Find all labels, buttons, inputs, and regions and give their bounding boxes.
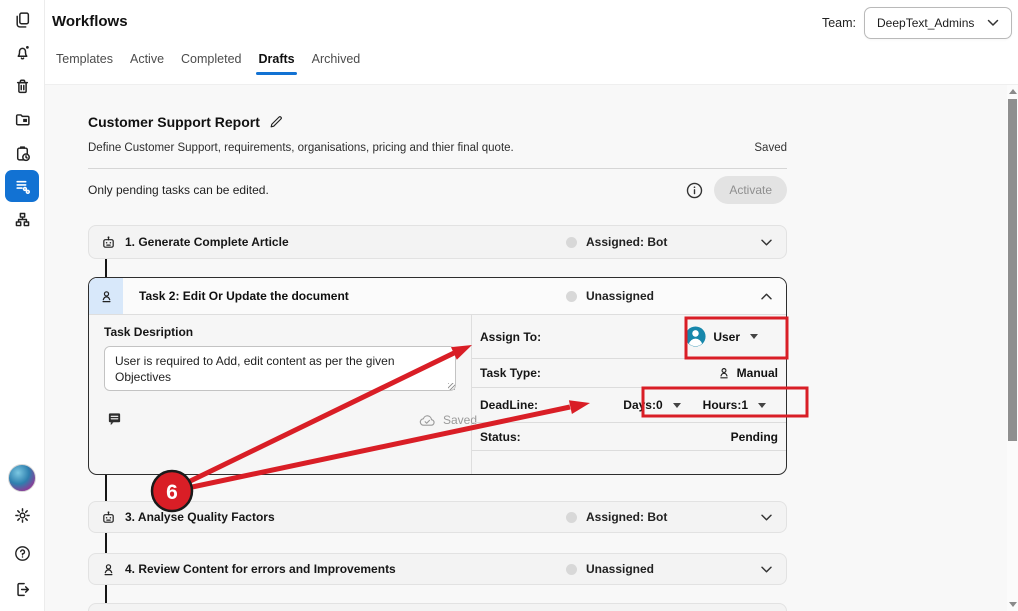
settings-gear-icon[interactable]: [5, 499, 39, 531]
comment-icon[interactable]: [107, 411, 122, 426]
activate-button[interactable]: Activate: [714, 176, 787, 204]
user-task-icon: [101, 562, 116, 577]
task-title: 1. Generate Complete Article: [125, 235, 289, 249]
status-dot-icon: [566, 564, 577, 575]
workflows-app: Workflows Team: DeepText_Admins Template…: [0, 0, 1018, 611]
org-tree-icon[interactable]: [5, 203, 39, 235]
help-icon[interactable]: [5, 537, 39, 569]
user-avatar[interactable]: [8, 464, 36, 492]
task-title: 4. Review Content for errors and Improve…: [125, 562, 396, 576]
tab-archived[interactable]: Archived: [312, 52, 361, 75]
autosave-status: Saved: [419, 413, 477, 427]
notifications-icon[interactable]: [5, 36, 39, 68]
edit-title-icon[interactable]: [269, 115, 283, 129]
task-row-partial[interactable]: [88, 603, 787, 611]
task-connector: [105, 259, 107, 277]
status-row: Status: Pending: [472, 423, 786, 451]
assignee-value: User: [713, 330, 740, 344]
resize-handle[interactable]: [448, 383, 455, 390]
status-dot-icon: [566, 237, 577, 248]
tab-completed[interactable]: Completed: [181, 52, 241, 75]
task-row-4[interactable]: 4. Review Content for errors and Improve…: [88, 553, 787, 585]
sidebar: [0, 0, 45, 611]
info-icon[interactable]: [686, 182, 703, 199]
status-value: Pending: [731, 430, 778, 444]
task-status: Assigned: Bot: [566, 510, 667, 524]
status-dot-icon: [566, 512, 577, 523]
deadline-hours-dropdown[interactable]: Hours:1: [703, 398, 766, 412]
manual-person-icon: [717, 366, 731, 380]
bot-icon: [101, 510, 116, 525]
chevron-down-icon[interactable]: [760, 565, 773, 574]
caret-down-icon: [750, 334, 758, 339]
user-task-icon: [89, 278, 123, 314]
task-description-input[interactable]: User is required to Add, edit content as…: [104, 346, 456, 391]
team-select[interactable]: DeepText_Admins: [864, 7, 1012, 39]
description-label: Task Desription: [104, 325, 193, 339]
cloud-saved-icon: [419, 414, 436, 427]
caret-down-icon: [758, 403, 766, 408]
logout-icon[interactable]: [5, 573, 39, 605]
team-selector-group: Team: DeepText_Admins: [822, 7, 1012, 39]
task-title: Task 2: Edit Or Update the document: [139, 289, 349, 303]
task-connector: [105, 475, 107, 501]
task-description-panel: Task Desription User is required to Add,…: [89, 315, 471, 474]
scroll-down-arrow[interactable]: [1009, 602, 1017, 607]
scrollbar-thumb[interactable]: [1008, 99, 1017, 441]
chevron-down-icon[interactable]: [760, 513, 773, 522]
task-connector: [105, 585, 107, 603]
caret-down-icon: [673, 403, 681, 408]
bot-icon: [101, 235, 116, 250]
tab-active[interactable]: Active: [130, 52, 164, 75]
chevron-down-icon[interactable]: [760, 238, 773, 247]
task-settings-panel: Assign To: User Task Type: Manual: [471, 315, 786, 474]
tab-templates[interactable]: Templates: [56, 52, 113, 75]
page-title: Workflows: [52, 13, 128, 30]
task-status: Unassigned: [566, 289, 654, 303]
pending-notice: Only pending tasks can be edited.: [88, 183, 269, 197]
trash-icon[interactable]: [5, 70, 39, 102]
media-folder-icon[interactable]: [5, 103, 39, 135]
task-card-2: Task 2: Edit Or Update the document Unas…: [88, 277, 787, 475]
deadline-days-dropdown[interactable]: Days:0: [623, 398, 680, 412]
workflow-title: Customer Support Report: [88, 114, 260, 130]
status-label: Status:: [480, 430, 521, 444]
chevron-down-icon: [987, 19, 999, 27]
workflow-title-row: Customer Support Report: [88, 114, 283, 130]
task-type-value: Manual: [737, 366, 778, 380]
task-status: Unassigned: [566, 562, 654, 576]
workflow-tabs: Templates Active Completed Drafts Archiv…: [56, 52, 360, 75]
workflow-desc-row: Define Customer Support, requirements, o…: [88, 142, 787, 154]
assign-to-label: Assign To:: [480, 330, 541, 344]
deadline-row: DeadLine: Days:0 Hours:1: [472, 388, 786, 423]
tasks-clipboard-icon[interactable]: [5, 137, 39, 169]
status-dot-icon: [566, 291, 577, 302]
task-row-1[interactable]: 1. Generate Complete Article Assigned: B…: [88, 225, 787, 259]
content-area: Customer Support Report Define Customer …: [45, 85, 1018, 611]
team-select-value: DeepText_Admins: [877, 16, 974, 30]
assign-to-row: Assign To: User: [472, 315, 786, 359]
notice-row: Only pending tasks can be edited. Activa…: [88, 176, 787, 204]
tab-drafts[interactable]: Drafts: [258, 52, 294, 75]
page-header: Workflows Team: DeepText_Admins Template…: [45, 0, 1018, 85]
chevron-up-icon[interactable]: [760, 292, 773, 301]
task-type-label: Task Type:: [480, 366, 541, 380]
task-row-3[interactable]: 3. Analyse Quality Factors Assigned: Bot: [88, 501, 787, 533]
workflows-icon[interactable]: [5, 170, 39, 202]
task-type-row: Task Type: Manual: [472, 359, 786, 388]
workflow-description: Define Customer Support, requirements, o…: [88, 142, 514, 154]
assignee-dropdown[interactable]: User: [684, 325, 758, 348]
documents-icon[interactable]: [5, 3, 39, 35]
divider: [88, 168, 787, 169]
task-connector: [105, 533, 107, 553]
scroll-up-arrow[interactable]: [1009, 89, 1017, 94]
team-label: Team:: [822, 16, 856, 30]
assignee-avatar-icon: [684, 325, 707, 348]
task-status: Assigned: Bot: [566, 235, 667, 249]
task-2-header[interactable]: Task 2: Edit Or Update the document Unas…: [89, 278, 786, 315]
vertical-scrollbar: [1007, 85, 1018, 611]
workflow-saved-status: Saved: [754, 142, 787, 154]
task-title: 3. Analyse Quality Factors: [125, 510, 275, 524]
deadline-label: DeadLine:: [480, 398, 538, 412]
